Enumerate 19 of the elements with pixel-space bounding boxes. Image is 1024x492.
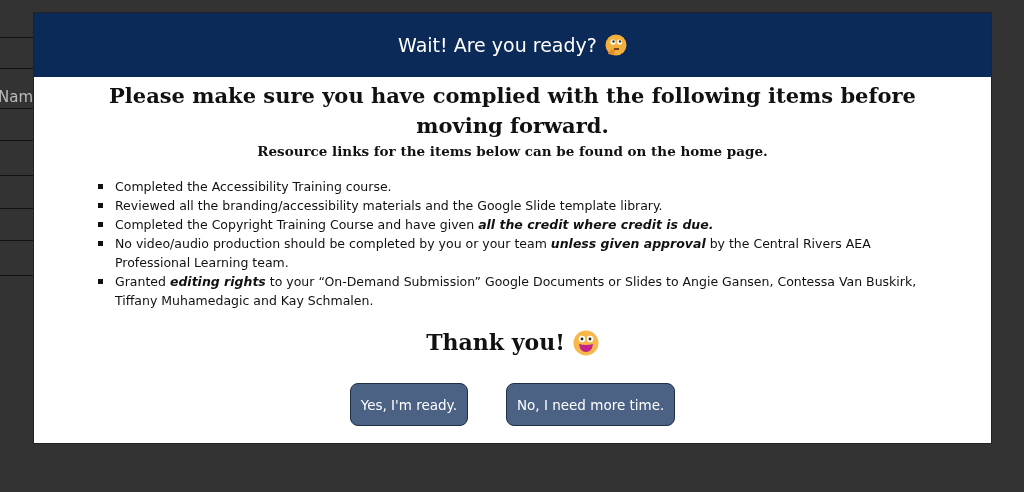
dialog-subheading: Resource links for the items below can be found on the home page. xyxy=(256,142,769,161)
dialog-title: Wait! Are you ready? xyxy=(398,32,597,58)
thank-you-text: Thank you! xyxy=(426,328,565,358)
checklist-item: Reviewed all the branding/accessibility materials and the Google Slide template library. xyxy=(115,197,663,216)
thinking-emoji-icon xyxy=(604,34,627,56)
checklist-item: Granted editing rights to your “On-Demand Submission” Google Documents or Slides to Angie Gansen, Contessa Van Buskirk, Tiffany Muhamedagic and Kay Schmalen. xyxy=(115,273,918,311)
checklist-item: Completed the Accessibility Training course. xyxy=(115,178,392,197)
dialog-heading: Please make sure you have complied with the following items before moving forward. xyxy=(108,82,917,140)
bullet-icon xyxy=(98,184,103,190)
bullet-icon xyxy=(98,279,103,285)
bullet-icon xyxy=(98,203,103,209)
bullet-icon xyxy=(98,222,103,228)
checklist-item: No video/audio production should be completed by you or your team unless given approval by the Central Rivers AEA Professional Learning team. xyxy=(115,235,872,273)
grinning-emoji-icon xyxy=(572,329,599,356)
bullet-icon xyxy=(98,241,103,247)
checklist-item: Completed the Copyright Training Course and have given all the credit where credit is due. xyxy=(115,216,714,235)
field-label: Nam xyxy=(0,87,34,108)
dialog-button[interactable]: No, I need more time. xyxy=(506,383,676,427)
dialog-button[interactable]: Yes, I'm ready. xyxy=(349,383,468,427)
